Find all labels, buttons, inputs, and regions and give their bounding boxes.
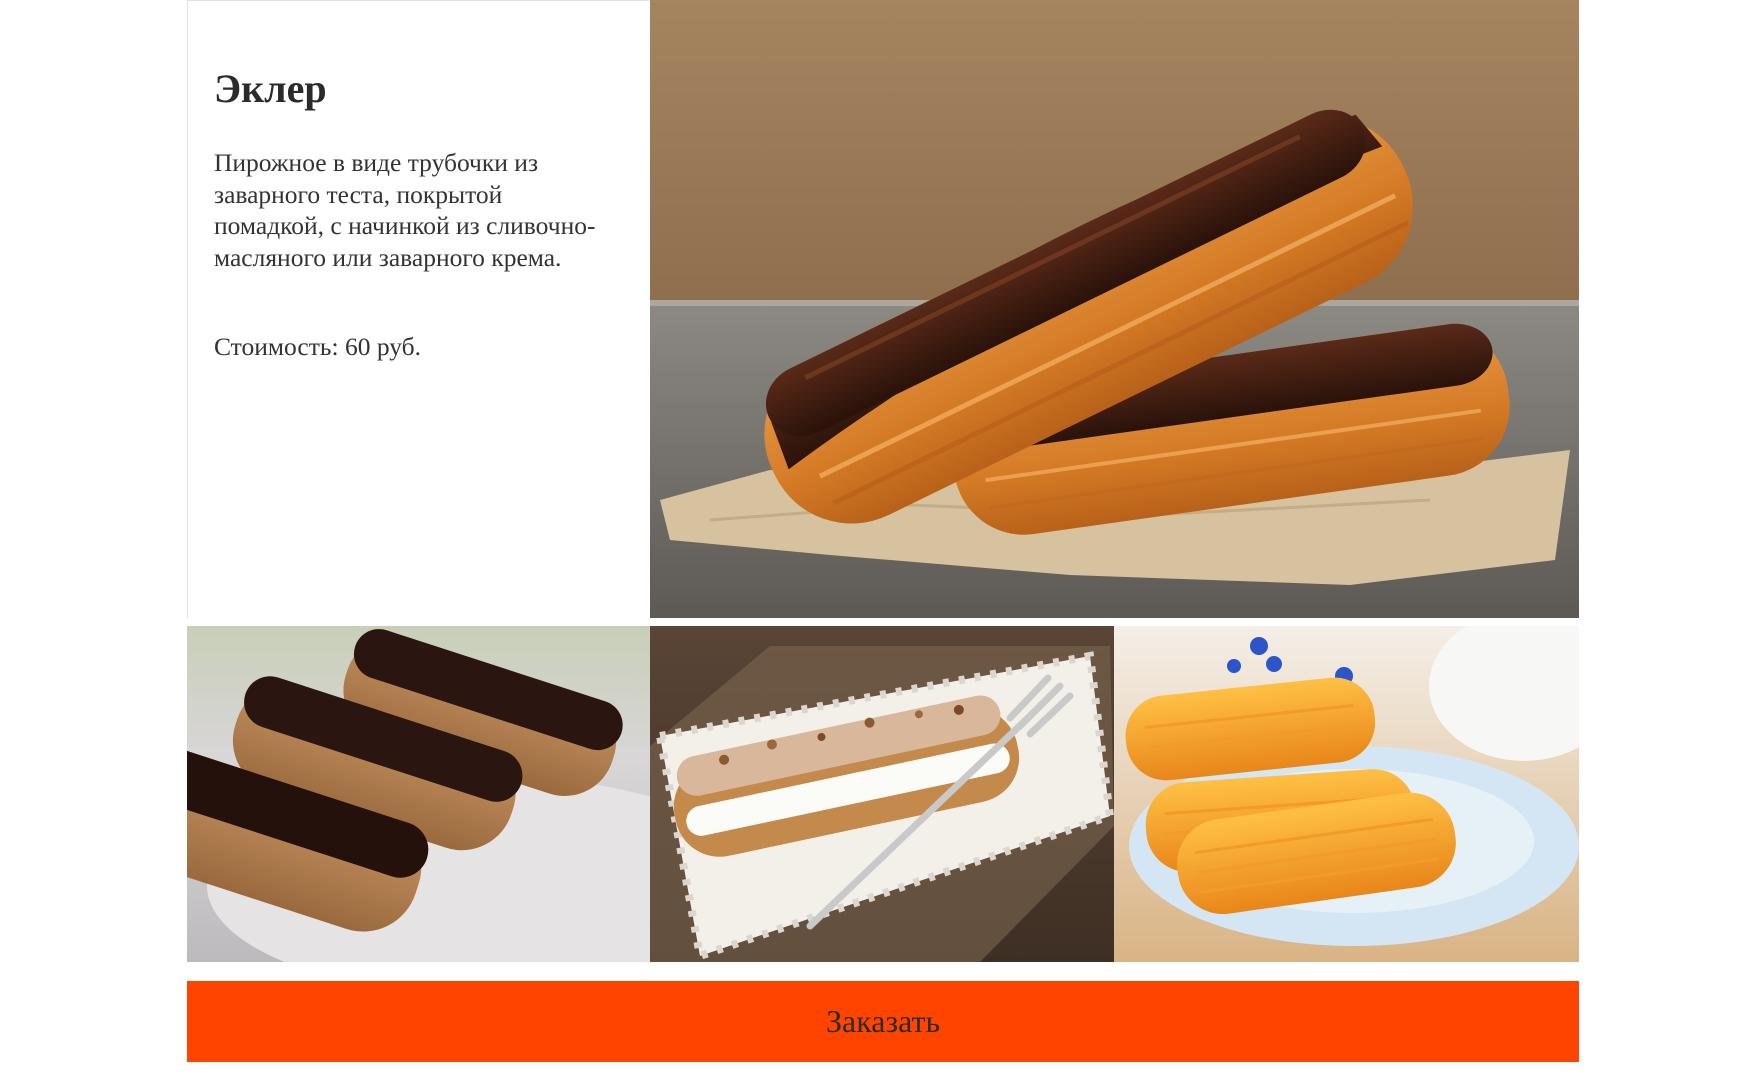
gallery-thumb-3[interactable] <box>1114 626 1579 962</box>
gallery-thumb-2[interactable] <box>650 626 1114 962</box>
product-info-panel: Эклер Пирожное в виде трубочки из заварн… <box>187 0 650 618</box>
product-card: Эклер Пирожное в виде трубочки из заварн… <box>187 0 1579 1062</box>
order-button[interactable]: Заказать <box>187 981 1579 1062</box>
product-title: Эклер <box>214 66 327 111</box>
main-product-photo <box>650 0 1579 618</box>
gallery-thumb-1[interactable] <box>187 626 650 962</box>
product-price: Стоимость: 60 руб. <box>214 332 422 361</box>
product-description: Пирожное в виде трубочки из заварного те… <box>214 148 596 272</box>
